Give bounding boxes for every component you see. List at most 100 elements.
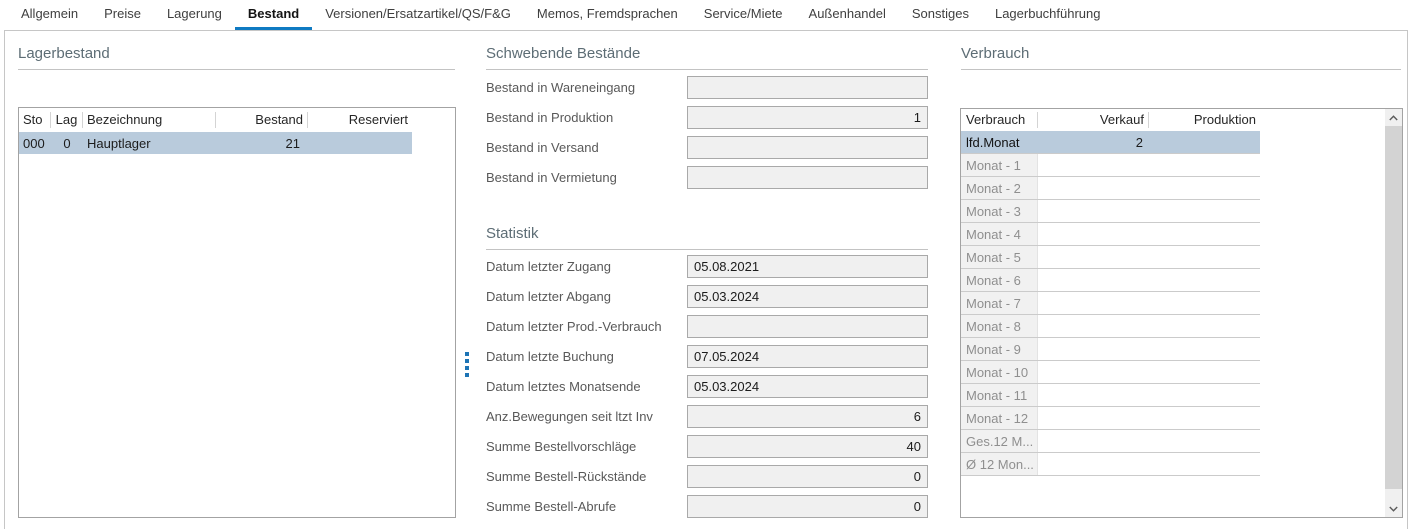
column-header-verbrauch[interactable]: Verbrauch bbox=[961, 112, 1038, 128]
table-row[interactable]: Monat - 12 bbox=[961, 407, 1260, 430]
tab-lagerbuchf-hrung[interactable]: Lagerbuchführung bbox=[982, 0, 1114, 30]
tab-service-miete[interactable]: Service/Miete bbox=[691, 0, 796, 30]
table-row[interactable]: Monat - 5 bbox=[961, 246, 1260, 269]
field-label-datum-letzter-zugang: Datum letzter Zugang bbox=[486, 259, 687, 274]
vertical-scrollbar[interactable] bbox=[1385, 109, 1402, 517]
tab-sonstiges[interactable]: Sonstiges bbox=[899, 0, 982, 30]
panel-splitter-handle[interactable] bbox=[465, 352, 469, 377]
field-label-datum-letzte-buchung: Datum letzte Buchung bbox=[486, 349, 687, 364]
cell-produktion bbox=[1149, 430, 1260, 452]
cell-period: Monat - 8 bbox=[961, 315, 1038, 337]
cell-period: Monat - 2 bbox=[961, 177, 1038, 199]
cell-period: lfd.Monat bbox=[961, 131, 1038, 153]
table-row[interactable]: Monat - 11 bbox=[961, 384, 1260, 407]
datum-letzte-buchung-field[interactable]: 07.05.2024 bbox=[687, 345, 928, 368]
column-header-bezeichnung[interactable]: Bezeichnung bbox=[83, 112, 216, 128]
datum-letzter-abgang-field[interactable]: 05.03.2024 bbox=[687, 285, 928, 308]
statistik-fields: Datum letzter Zugang05.08.2021Datum letz… bbox=[486, 255, 928, 525]
column-header-verkauf[interactable]: Verkauf bbox=[1038, 112, 1149, 128]
verbrauch-section-title: Verbrauch bbox=[961, 45, 1401, 70]
table-row[interactable]: Monat - 10 bbox=[961, 361, 1260, 384]
column-header-produktion[interactable]: Produktion bbox=[1149, 112, 1260, 128]
field-row-summe-bestell-abrufe: Summe Bestell-Abrufe0 bbox=[486, 495, 928, 518]
tab-memos-fremdsprachen[interactable]: Memos, Fremdsprachen bbox=[524, 0, 691, 30]
column-header-bestand[interactable]: Bestand bbox=[216, 112, 308, 128]
lagerbestand-section-title: Lagerbestand bbox=[18, 45, 455, 70]
verbrauch-table-header: Verbrauch Verkauf Produktion bbox=[961, 109, 1260, 131]
column-header-sto[interactable]: Sto bbox=[19, 112, 51, 128]
field-label-bestand-in-vermietung: Bestand in Vermietung bbox=[486, 170, 687, 185]
table-row[interactable]: Monat - 2 bbox=[961, 177, 1260, 200]
cell-period: Monat - 4 bbox=[961, 223, 1038, 245]
cell-produktion bbox=[1149, 131, 1260, 153]
tab-allgemein[interactable]: Allgemein bbox=[8, 0, 91, 30]
cell-period: Monat - 12 bbox=[961, 407, 1038, 429]
cell-verkauf: 2 bbox=[1038, 131, 1149, 153]
tab-bar: AllgemeinPreiseLagerungBestandVersionen/… bbox=[0, 0, 1412, 30]
field-label-bestand-in-produktion: Bestand in Produktion bbox=[486, 110, 687, 125]
cell-period: Monat - 10 bbox=[961, 361, 1038, 383]
statistik-section-title: Statistik bbox=[486, 225, 928, 250]
field-row-summe-bestell-r-ckst-nde: Summe Bestell-Rückstände0 bbox=[486, 465, 928, 488]
table-row[interactable]: Ges.12 M... bbox=[961, 430, 1260, 453]
chevron-up-icon[interactable] bbox=[1385, 109, 1402, 126]
table-row[interactable]: lfd.Monat2 bbox=[961, 131, 1260, 154]
cell-produktion bbox=[1149, 246, 1260, 268]
table-row[interactable]: Monat - 9 bbox=[961, 338, 1260, 361]
field-label-summe-bestell-r-ckst-nde: Summe Bestell-Rückstände bbox=[486, 469, 687, 484]
summe-bestell-r-ckst-nde-field[interactable]: 0 bbox=[687, 465, 928, 488]
field-label-anz-bewegungen-seit-ltzt-inv: Anz.Bewegungen seit ltzt Inv bbox=[486, 409, 687, 424]
table-row[interactable]: Monat - 6 bbox=[961, 269, 1260, 292]
schwebende-fields: Bestand in WareneingangBestand in Produk… bbox=[486, 76, 928, 196]
table-row[interactable]: Monat - 1 bbox=[961, 154, 1260, 177]
datum-letzter-prod-verbrauch-field[interactable] bbox=[687, 315, 928, 338]
cell-sto: 000 bbox=[19, 136, 51, 151]
cell-verkauf bbox=[1038, 246, 1149, 268]
cell-verkauf bbox=[1038, 177, 1149, 199]
scrollbar-thumb[interactable] bbox=[1385, 126, 1402, 489]
tab-preise[interactable]: Preise bbox=[91, 0, 154, 30]
field-label-summe-bestell-abrufe: Summe Bestell-Abrufe bbox=[486, 499, 687, 514]
tab-versionen-ersatzartikel-qs-f-g[interactable]: Versionen/Ersatzartikel/QS/F&G bbox=[312, 0, 524, 30]
cell-produktion bbox=[1149, 200, 1260, 222]
cell-period: Monat - 3 bbox=[961, 200, 1038, 222]
cell-verkauf bbox=[1038, 200, 1149, 222]
grip-dots-icon bbox=[465, 359, 469, 363]
field-label-datum-letzter-abgang: Datum letzter Abgang bbox=[486, 289, 687, 304]
table-row[interactable]: Monat - 3 bbox=[961, 200, 1260, 223]
field-row-datum-letzter-prod-verbrauch: Datum letzter Prod.-Verbrauch bbox=[486, 315, 928, 338]
bestand-in-vermietung-field[interactable] bbox=[687, 166, 928, 189]
datum-letzter-zugang-field[interactable]: 05.08.2021 bbox=[687, 255, 928, 278]
cell-produktion bbox=[1149, 177, 1260, 199]
column-header-reserviert[interactable]: Reserviert bbox=[308, 112, 412, 128]
tab-lagerung[interactable]: Lagerung bbox=[154, 0, 235, 30]
tab-bestand[interactable]: Bestand bbox=[235, 0, 312, 30]
bestand-in-versand-field[interactable] bbox=[687, 136, 928, 159]
field-label-datum-letzter-prod-verbrauch: Datum letzter Prod.-Verbrauch bbox=[486, 319, 687, 334]
anz-bewegungen-seit-ltzt-inv-field[interactable]: 6 bbox=[687, 405, 928, 428]
table-row[interactable]: Monat - 7 bbox=[961, 292, 1260, 315]
table-row[interactable]: 0000Hauptlager21 bbox=[19, 132, 412, 154]
cell-verkauf bbox=[1038, 384, 1149, 406]
summe-bestell-abrufe-field[interactable]: 0 bbox=[687, 495, 928, 518]
cell-verkauf bbox=[1038, 361, 1149, 383]
tab-au-enhandel[interactable]: Außenhandel bbox=[796, 0, 899, 30]
lagerbestand-rows: 0000Hauptlager21 bbox=[19, 132, 455, 154]
bestand-in-wareneingang-field[interactable] bbox=[687, 76, 928, 99]
table-row[interactable]: Ø 12 Mon... bbox=[961, 453, 1260, 476]
grip-dots-icon bbox=[465, 352, 469, 356]
cell-verkauf bbox=[1038, 430, 1149, 452]
cell-verkauf bbox=[1038, 407, 1149, 429]
cell-produktion bbox=[1149, 361, 1260, 383]
cell-verkauf bbox=[1038, 154, 1149, 176]
datum-letztes-monatsende-field[interactable]: 05.03.2024 bbox=[687, 375, 928, 398]
bestand-in-produktion-field[interactable]: 1 bbox=[687, 106, 928, 129]
chevron-down-icon[interactable] bbox=[1385, 500, 1402, 517]
table-row[interactable]: Monat - 4 bbox=[961, 223, 1260, 246]
summe-bestellvorschl-ge-field[interactable]: 40 bbox=[687, 435, 928, 458]
table-row[interactable]: Monat - 8 bbox=[961, 315, 1260, 338]
verbrauch-table: Verbrauch Verkauf Produktion lfd.Monat2M… bbox=[960, 108, 1403, 518]
cell-verkauf bbox=[1038, 338, 1149, 360]
column-header-lag[interactable]: Lag bbox=[51, 112, 83, 128]
lagerbestand-table-header: Sto Lag Bezeichnung Bestand Reserviert bbox=[19, 108, 455, 132]
